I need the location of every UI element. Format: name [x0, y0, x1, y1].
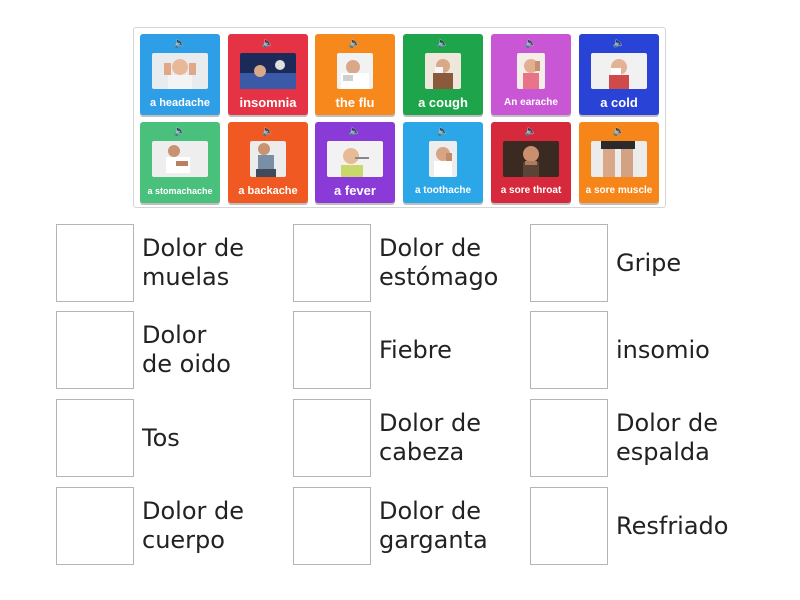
tile-label: An earache: [504, 97, 558, 108]
speaker-icon[interactable]: 🔈: [579, 126, 659, 138]
tile-a-cold[interactable]: 🔈 a cold: [579, 34, 659, 115]
answer-term: Dolor de cuerpo: [142, 487, 292, 565]
speaker-icon[interactable]: 🔈: [228, 126, 308, 138]
flu-photo: [337, 53, 373, 89]
tile-label: a cough: [418, 95, 468, 110]
drop-slot[interactable]: [56, 311, 134, 389]
term-line: espalda: [616, 438, 710, 466]
tile-label: a headache: [150, 97, 210, 109]
speaker-icon[interactable]: 🔈: [228, 38, 308, 50]
sore-throat-photo: [503, 141, 559, 177]
answer-term: insomio: [616, 311, 766, 389]
tile-label: insomnia: [239, 95, 297, 110]
term-line: Resfriado: [616, 511, 729, 540]
drop-slot[interactable]: [530, 311, 608, 389]
drop-slot[interactable]: [530, 487, 608, 565]
answer-term: Dolor de cabeza: [379, 399, 529, 477]
tile-an-earache[interactable]: 🔈 An earache: [491, 34, 571, 115]
tile-a-cough[interactable]: 🔈 a cough: [403, 34, 483, 115]
stomachache-photo: [152, 141, 208, 177]
answer-term: Dolor de garganta: [379, 487, 529, 565]
tile-a-toothache[interactable]: 🔈 a toothache: [403, 122, 483, 203]
answer-term: Tos: [142, 399, 292, 477]
earache-photo: [517, 53, 545, 89]
tile-a-stomachache[interactable]: 🔈 a stomachache: [140, 122, 220, 203]
tile-the-flu[interactable]: 🔈 the flu: [315, 34, 395, 115]
speaker-icon[interactable]: 🔈: [140, 126, 220, 138]
drop-slot[interactable]: [293, 224, 371, 302]
fever-photo: [327, 141, 383, 177]
speaker-icon[interactable]: 🔈: [491, 38, 571, 50]
insomnia-photo: [240, 53, 296, 89]
term-line: Dolor de: [142, 234, 245, 262]
speaker-icon[interactable]: 🔈: [315, 38, 395, 50]
drop-slot[interactable]: [293, 487, 371, 565]
drop-slot[interactable]: [530, 399, 608, 477]
tile-a-sore-throat[interactable]: 🔈 a sore throat: [491, 122, 571, 203]
drop-slot[interactable]: [56, 224, 134, 302]
tile-label: a fever: [334, 183, 376, 198]
answer-term: Dolor de estómago: [379, 224, 529, 302]
speaker-icon[interactable]: 🔈: [579, 38, 659, 50]
term-line: Tos: [142, 423, 180, 452]
drop-slot[interactable]: [56, 487, 134, 565]
term-line: Dolor de: [616, 409, 719, 437]
speaker-icon[interactable]: 🔈: [315, 126, 395, 138]
answer-term: Gripe: [616, 224, 766, 302]
term-line: de oido: [142, 350, 231, 378]
tile-label: a backache: [238, 185, 298, 197]
term-line: Dolor: [142, 321, 207, 349]
term-line: insomio: [616, 335, 710, 364]
tile-a-sore-muscle[interactable]: 🔈 a sore muscle: [579, 122, 659, 203]
drop-slot[interactable]: [56, 399, 134, 477]
speaker-icon[interactable]: 🔈: [140, 38, 220, 50]
term-line: Fiebre: [379, 335, 452, 364]
backache-photo: [250, 141, 286, 177]
tile-label: a sore muscle: [585, 185, 653, 196]
tile-label: a sore throat: [500, 185, 562, 196]
term-line: Gripe: [616, 248, 682, 277]
term-line: Dolor de: [379, 234, 482, 262]
drop-slot[interactable]: [293, 311, 371, 389]
term-line: Dolor de: [379, 497, 482, 525]
tile-label: a cold: [600, 95, 638, 110]
drop-slot[interactable]: [530, 224, 608, 302]
tile-label: a stomachache: [147, 186, 213, 196]
tile-insomnia[interactable]: 🔈 insomnia: [228, 34, 308, 115]
term-line: cuerpo: [142, 526, 225, 554]
answer-term: Fiebre: [379, 311, 529, 389]
sore-muscle-photo: [591, 141, 647, 177]
drop-slot[interactable]: [293, 399, 371, 477]
tile-label: the flu: [335, 95, 375, 110]
term-line: muelas: [142, 263, 230, 291]
speaker-icon[interactable]: 🔈: [491, 126, 571, 138]
cough-photo: [425, 53, 461, 89]
answer-term: Dolor de oido: [142, 311, 292, 389]
cold-photo: [591, 53, 647, 89]
tile-a-fever[interactable]: 🔈 a fever: [315, 122, 395, 203]
answer-term: Dolor de muelas: [142, 224, 292, 302]
answer-term: Dolor de espalda: [616, 399, 766, 477]
tile-label: a toothache: [414, 185, 472, 196]
speaker-icon[interactable]: 🔈: [403, 126, 483, 138]
term-line: estómago: [379, 263, 499, 291]
toothache-photo: [429, 141, 457, 177]
answer-term: Resfriado: [616, 487, 766, 565]
term-line: garganta: [379, 526, 488, 554]
image-tile-tray: 🔈 a headache 🔈 insomnia 🔈 the flu 🔈 a co…: [133, 27, 666, 208]
tile-a-headache[interactable]: 🔈 a headache: [140, 34, 220, 115]
headache-photo: [152, 53, 208, 89]
term-line: Dolor de: [379, 409, 482, 437]
term-line: cabeza: [379, 438, 465, 466]
tile-a-backache[interactable]: 🔈 a backache: [228, 122, 308, 203]
speaker-icon[interactable]: 🔈: [403, 38, 483, 50]
term-line: Dolor de: [142, 497, 245, 525]
